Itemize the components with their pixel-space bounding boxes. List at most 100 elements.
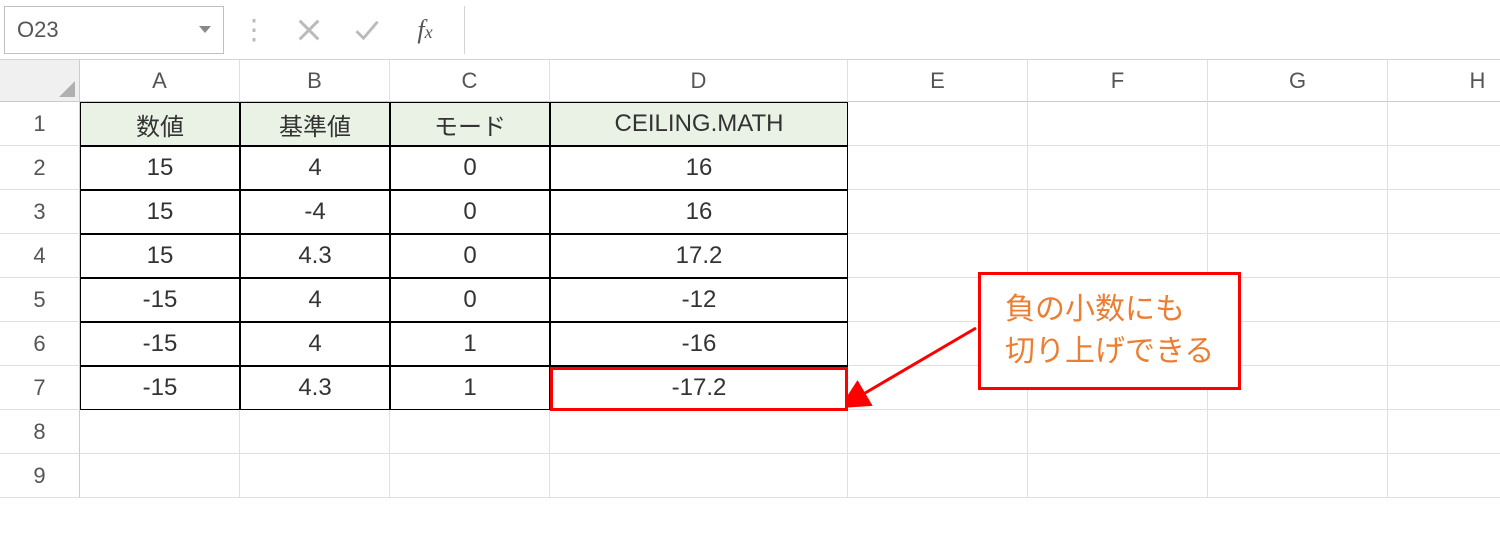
col-header-F[interactable]: F <box>1028 60 1208 102</box>
cell-F2[interactable] <box>1028 146 1208 190</box>
spreadsheet-grid: 1 2 3 4 5 6 7 8 9 A B C D E F G H 数値 基準値… <box>0 60 1500 498</box>
cell-B2[interactable]: 4 <box>240 146 390 190</box>
col-header-C[interactable]: C <box>390 60 550 102</box>
cell-G1[interactable] <box>1208 102 1388 146</box>
annotation-callout: 負の小数にも 切り上げできる <box>978 272 1241 390</box>
cell-D8[interactable] <box>550 410 848 454</box>
cell-H1[interactable] <box>1388 102 1500 146</box>
table-row: 15 4.3 0 17.2 <box>80 234 1500 278</box>
col-header-G[interactable]: G <box>1208 60 1388 102</box>
formula-bar-row: O23 ⋮ fx <box>0 0 1500 60</box>
table-row: -15 4 1 -16 <box>80 322 1500 366</box>
cell-E8[interactable] <box>848 410 1028 454</box>
cell-E9[interactable] <box>848 454 1028 498</box>
row-header-6[interactable]: 6 <box>0 322 80 366</box>
cell-B6[interactable]: 4 <box>240 322 390 366</box>
cell-D3[interactable]: 16 <box>550 190 848 234</box>
cell-C5[interactable]: 0 <box>390 278 550 322</box>
cell-H8[interactable] <box>1388 410 1500 454</box>
cell-C6[interactable]: 1 <box>390 322 550 366</box>
select-all-corner[interactable] <box>0 60 80 102</box>
cell-A9[interactable] <box>80 454 240 498</box>
cell-B3[interactable]: -4 <box>240 190 390 234</box>
formula-input[interactable] <box>464 6 1500 54</box>
select-all-icon <box>59 81 75 97</box>
table-row: -15 4 0 -12 <box>80 278 1500 322</box>
cell-H4[interactable] <box>1388 234 1500 278</box>
table-row: 15 -4 0 16 <box>80 190 1500 234</box>
row-header-3[interactable]: 3 <box>0 190 80 234</box>
cell-F3[interactable] <box>1028 190 1208 234</box>
cell-G2[interactable] <box>1208 146 1388 190</box>
row-header-2[interactable]: 2 <box>0 146 80 190</box>
cell-A6[interactable]: -15 <box>80 322 240 366</box>
row-headers: 1 2 3 4 5 6 7 8 9 <box>0 60 80 498</box>
cell-B4[interactable]: 4.3 <box>240 234 390 278</box>
annotation-line2: 切り上げできる <box>1005 331 1214 373</box>
col-header-E[interactable]: E <box>848 60 1028 102</box>
column-headers: A B C D E F G H <box>80 60 1500 102</box>
row-header-5[interactable]: 5 <box>0 278 80 322</box>
cell-B7[interactable]: 4.3 <box>240 366 390 410</box>
cell-G8[interactable] <box>1208 410 1388 454</box>
name-box[interactable]: O23 <box>4 6 224 54</box>
cell-A3[interactable]: 15 <box>80 190 240 234</box>
row-header-7[interactable]: 7 <box>0 366 80 410</box>
cell-B5[interactable]: 4 <box>240 278 390 322</box>
cell-C1[interactable]: モード <box>390 102 550 146</box>
cell-B8[interactable] <box>240 410 390 454</box>
cell-E2[interactable] <box>848 146 1028 190</box>
cell-D9[interactable] <box>550 454 848 498</box>
cell-E3[interactable] <box>848 190 1028 234</box>
cell-H2[interactable] <box>1388 146 1500 190</box>
name-box-value: O23 <box>17 17 59 43</box>
cancel-icon <box>284 6 334 54</box>
cell-F1[interactable] <box>1028 102 1208 146</box>
row-header-4[interactable]: 4 <box>0 234 80 278</box>
cell-H9[interactable] <box>1388 454 1500 498</box>
cell-F9[interactable] <box>1028 454 1208 498</box>
cell-C9[interactable] <box>390 454 550 498</box>
cell-C2[interactable]: 0 <box>390 146 550 190</box>
cell-A5[interactable]: -15 <box>80 278 240 322</box>
cell-C4[interactable]: 0 <box>390 234 550 278</box>
cell-D4[interactable]: 17.2 <box>550 234 848 278</box>
row-header-9[interactable]: 9 <box>0 454 80 498</box>
cell-H5[interactable] <box>1388 278 1500 322</box>
cell-C8[interactable] <box>390 410 550 454</box>
table-row: -15 4.3 1 -17.2 <box>80 366 1500 410</box>
cell-F8[interactable] <box>1028 410 1208 454</box>
table-row <box>80 454 1500 498</box>
cell-D1[interactable]: CEILING.MATH <box>550 102 848 146</box>
cell-D5[interactable]: -12 <box>550 278 848 322</box>
cell-B9[interactable] <box>240 454 390 498</box>
cell-A8[interactable] <box>80 410 240 454</box>
cell-G9[interactable] <box>1208 454 1388 498</box>
row-header-8[interactable]: 8 <box>0 410 80 454</box>
fx-icon[interactable]: fx <box>400 6 450 54</box>
cell-A2[interactable]: 15 <box>80 146 240 190</box>
cell-H3[interactable] <box>1388 190 1500 234</box>
col-header-H[interactable]: H <box>1388 60 1500 102</box>
col-header-B[interactable]: B <box>240 60 390 102</box>
row-header-1[interactable]: 1 <box>0 102 80 146</box>
cell-H6[interactable] <box>1388 322 1500 366</box>
cell-D7[interactable]: -17.2 <box>550 366 848 410</box>
cell-A4[interactable]: 15 <box>80 234 240 278</box>
col-header-D[interactable]: D <box>550 60 848 102</box>
cell-C3[interactable]: 0 <box>390 190 550 234</box>
separator-icon: ⋮ <box>232 13 276 46</box>
table-row <box>80 410 1500 454</box>
col-header-A[interactable]: A <box>80 60 240 102</box>
cell-D2[interactable]: 16 <box>550 146 848 190</box>
cell-G3[interactable] <box>1208 190 1388 234</box>
cell-D6[interactable]: -16 <box>550 322 848 366</box>
cell-A1[interactable]: 数値 <box>80 102 240 146</box>
cell-E1[interactable] <box>848 102 1028 146</box>
cell-C7[interactable]: 1 <box>390 366 550 410</box>
table-row: 数値 基準値 モード CEILING.MATH <box>80 102 1500 146</box>
cell-B1[interactable]: 基準値 <box>240 102 390 146</box>
cell-A7[interactable]: -15 <box>80 366 240 410</box>
cell-H7[interactable] <box>1388 366 1500 410</box>
chevron-down-icon[interactable] <box>199 26 211 33</box>
